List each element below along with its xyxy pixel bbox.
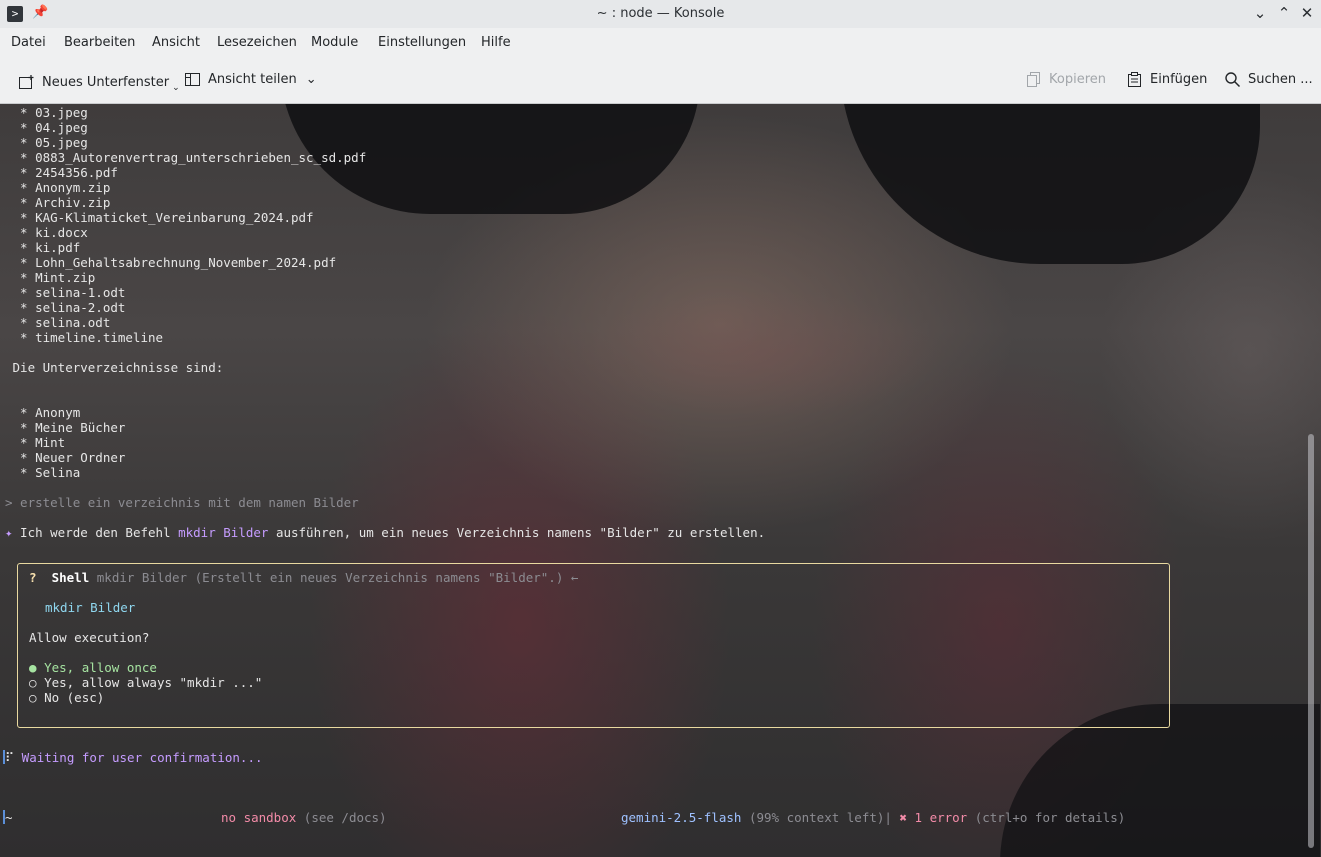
waiting-status: ⠏ Waiting for user confirmation... bbox=[5, 750, 263, 765]
menu-bar: Datei Bearbeiten Ansicht Lesezeichen Mod… bbox=[0, 28, 1321, 58]
radio-empty-icon: ○ bbox=[29, 690, 37, 705]
sandbox-status: no sandbox (see /docs) bbox=[221, 810, 387, 825]
scrollbar-thumb[interactable] bbox=[1308, 434, 1314, 848]
paste-label: Einfügen bbox=[1150, 72, 1208, 87]
split-view-icon bbox=[185, 73, 200, 86]
menu-hilfe[interactable]: Hilfe bbox=[481, 35, 511, 50]
terminal-view[interactable]: * 03.jpeg * 04.jpeg * 05.jpeg * 0883_Aut… bbox=[0, 104, 1321, 857]
option-allow-once[interactable]: ● Yes, allow once bbox=[29, 660, 157, 675]
menu-module[interactable]: Module bbox=[311, 35, 358, 50]
copy-button[interactable]: Kopieren bbox=[1025, 71, 1106, 88]
menu-ansicht[interactable]: Ansicht bbox=[152, 35, 200, 50]
split-view-button[interactable]: Ansicht teilen ⌄ bbox=[184, 71, 317, 88]
paste-icon bbox=[1128, 72, 1141, 87]
model-name: gemini-2.5-flash bbox=[621, 810, 742, 825]
menu-lesezeichen[interactable]: Lesezeichen bbox=[217, 35, 297, 50]
assistant-response: ✦ Ich werde den Befehl mkdir Bilder ausf… bbox=[5, 525, 765, 540]
dialog-question: Allow execution? bbox=[29, 630, 150, 645]
subdir-list-item: * Neuer Ordner bbox=[5, 450, 126, 465]
background-image-shape bbox=[840, 104, 1260, 264]
window-title: ~ : node — Konsole bbox=[596, 6, 725, 21]
response-text-1: Ich werde den Befehl bbox=[12, 525, 179, 540]
title-bar: > 📌 ~ : node — Konsole ⌄ ⌃ ✕ bbox=[0, 0, 1321, 28]
file-list-item: * 05.jpeg bbox=[5, 135, 88, 150]
search-icon bbox=[1225, 72, 1241, 88]
model-status: gemini-2.5-flash (99% context left)| ✖ 1… bbox=[621, 810, 1125, 825]
maximize-chevron-up-icon[interactable]: ⌃ bbox=[1275, 4, 1293, 22]
option-label: Yes, allow once bbox=[44, 660, 157, 675]
radio-selected-icon: ● bbox=[29, 660, 37, 675]
waiting-text: Waiting for user confirmation... bbox=[14, 750, 263, 765]
file-list-item: * KAG-Klimaticket_Vereinbarung_2024.pdf bbox=[5, 210, 314, 225]
confirmation-dialog bbox=[17, 563, 1170, 728]
sandbox-label: no sandbox bbox=[221, 810, 297, 825]
cwd-indicator: ~ bbox=[5, 810, 13, 825]
option-label: No (esc) bbox=[44, 690, 105, 705]
question-icon: ? bbox=[29, 570, 37, 585]
minimize-chevron-down-icon[interactable]: ⌄ bbox=[1251, 4, 1269, 22]
radio-empty-icon: ○ bbox=[29, 675, 37, 690]
file-list-item: * Mint.zip bbox=[5, 270, 96, 285]
subdir-list-item: * Mint bbox=[5, 435, 66, 450]
error-count[interactable]: ✖ 1 error bbox=[892, 810, 967, 825]
close-icon[interactable]: ✕ bbox=[1298, 4, 1316, 22]
file-list-item: * 03.jpeg bbox=[5, 105, 88, 120]
file-list-item: * 0883_Autorenvertrag_unterschrieben_sc_… bbox=[5, 150, 367, 165]
option-no[interactable]: ○ No (esc) bbox=[29, 690, 104, 705]
context-left: (99% context left)| bbox=[741, 810, 892, 825]
search-button[interactable]: Suchen ... bbox=[1224, 71, 1313, 88]
file-list-item: * Lohn_Gehaltsabrechnung_November_2024.p… bbox=[5, 255, 337, 270]
new-tab-label: Neues Unterfenster bbox=[42, 74, 170, 90]
file-list-item: * Anonym.zip bbox=[5, 180, 111, 195]
spinner-icon: ⠏ bbox=[5, 750, 15, 765]
menu-bearbeiten[interactable]: Bearbeiten bbox=[64, 35, 135, 50]
response-text-2: ausführen, um ein neues Verzeichnis name… bbox=[268, 525, 766, 540]
file-list-item: * ki.pdf bbox=[5, 240, 81, 255]
menu-einstellungen[interactable]: Einstellungen bbox=[378, 35, 466, 50]
error-hint: (ctrl+o for details) bbox=[967, 810, 1126, 825]
subdirs-heading: Die Unterverzeichnisse sind: bbox=[5, 360, 224, 375]
subdir-list-item: * Meine Bücher bbox=[5, 420, 126, 435]
copy-icon bbox=[1027, 72, 1040, 87]
chevron-down-icon[interactable]: ⌄ bbox=[306, 72, 317, 87]
menu-datei[interactable]: Datei bbox=[11, 35, 46, 50]
split-view-label: Ansicht teilen bbox=[208, 72, 297, 87]
gemini-star-icon: ✦ bbox=[5, 525, 13, 540]
copy-label: Kopieren bbox=[1049, 72, 1106, 87]
option-allow-always[interactable]: ○ Yes, allow always "mkdir ..." bbox=[29, 675, 262, 690]
subdir-list-item: * Selina bbox=[5, 465, 81, 480]
search-label: Suchen ... bbox=[1248, 72, 1313, 87]
file-list-item: * Archiv.zip bbox=[5, 195, 111, 210]
user-prompt-line: > erstelle ein verzeichnis mit dem namen… bbox=[5, 495, 359, 510]
file-list-item: * 2454356.pdf bbox=[5, 165, 118, 180]
tool-name: Shell bbox=[51, 570, 90, 585]
file-list-item: * selina-2.odt bbox=[5, 300, 126, 315]
subdir-list-item: * Anonym bbox=[5, 405, 81, 420]
new-tab-button[interactable]: Neues Unterfenster ⌄ bbox=[18, 71, 180, 93]
file-list-item: * selina-1.odt bbox=[5, 285, 126, 300]
file-list-item: * ki.docx bbox=[5, 225, 88, 240]
file-list-item: * selina.odt bbox=[5, 315, 111, 330]
response-command: mkdir Bilder bbox=[178, 525, 269, 540]
file-list-item: * timeline.timeline bbox=[5, 330, 164, 345]
dialog-command: mkdir Bilder bbox=[45, 600, 136, 615]
paste-button[interactable]: Einfügen bbox=[1126, 71, 1207, 88]
dialog-header: ? Shell mkdir Bilder (Erstellt ein neues… bbox=[29, 570, 578, 585]
dropdown-arrow-icon[interactable]: ⌄ bbox=[172, 83, 180, 93]
sandbox-hint: (see /docs) bbox=[296, 810, 387, 825]
toolbar: Neues Unterfenster ⌄ Ansicht teilen ⌄ Ko… bbox=[0, 58, 1321, 104]
tool-description: mkdir Bilder (Erstellt ein neues Verzeic… bbox=[96, 570, 579, 585]
new-tab-icon bbox=[19, 74, 34, 89]
file-list-item: * 04.jpeg bbox=[5, 120, 88, 135]
option-label: Yes, allow always "mkdir ..." bbox=[44, 675, 263, 690]
